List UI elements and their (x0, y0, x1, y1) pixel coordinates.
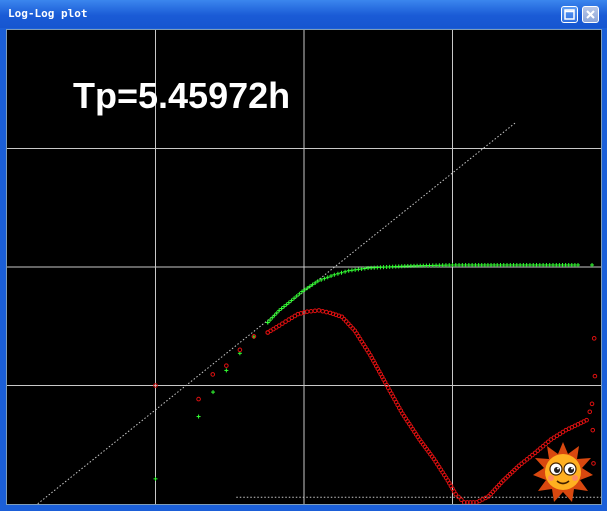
pressure-derivative-point (587, 409, 593, 415)
pressure-change-point (289, 298, 294, 303)
pressure-derivative-point (316, 308, 322, 313)
pressure-derivative-point (512, 467, 517, 473)
close-icon (586, 10, 595, 19)
pressure-change-point (292, 296, 297, 301)
pressure-derivative-point (505, 473, 511, 479)
pressure-derivative-point (312, 308, 318, 314)
pressure-change-point (153, 476, 158, 481)
title-bar[interactable]: Log-Log plot (0, 0, 607, 28)
log-log-plot-window: Log-Log plot Tp=5.45972h (0, 0, 607, 511)
pressure-derivative-point (324, 309, 329, 315)
plot-area: Tp=5.45972h (6, 29, 602, 505)
pressure-derivative-point (590, 427, 596, 433)
maximize-button[interactable] (561, 6, 578, 23)
pressure-change-point (284, 302, 289, 307)
pressure-derivative-point (507, 471, 513, 477)
pressure-change-point (575, 262, 580, 267)
close-button[interactable] (582, 6, 599, 23)
pressure-change-point (343, 269, 348, 274)
pressure-change-point (265, 320, 270, 325)
pressure-change-point (224, 368, 229, 373)
pressure-derivative-point (514, 465, 519, 471)
pressure-change-point (274, 310, 279, 315)
pressure-change-point (268, 318, 273, 323)
annotation-label: Tp=5.45972h (73, 75, 290, 116)
pressure-change-point (211, 390, 216, 395)
pressure-derivative-point (308, 308, 314, 314)
pressure-change-series (153, 262, 595, 481)
pressure-change-point (196, 414, 201, 419)
pressure-derivative-point (591, 336, 597, 341)
pressure-derivative-point (196, 396, 201, 402)
pressure-change-point (281, 304, 286, 309)
unit-slope-reference-line (36, 122, 517, 504)
window-title: Log-Log plot (8, 7, 88, 20)
pressure-change-point (277, 308, 282, 313)
pressure-change-point (270, 315, 275, 320)
pressure-derivative-point (509, 469, 515, 475)
maximize-icon (564, 9, 575, 20)
pressure-change-point (294, 294, 299, 299)
pressure-change-point (335, 271, 340, 276)
sun-mascot-icon[interactable] (532, 441, 594, 503)
pressure-derivative-point (589, 401, 595, 407)
pressure-derivative-point (237, 347, 243, 353)
log-log-chart: Tp=5.45972h (7, 30, 601, 504)
pressure-derivative-point (210, 372, 216, 377)
pressure-change-point (297, 291, 302, 296)
pressure-derivative-point (503, 476, 508, 481)
pressure-change-point (339, 270, 344, 275)
pressure-derivative-point (224, 363, 229, 368)
pressure-derivative-point (592, 373, 598, 379)
pressure-derivative-point (501, 478, 506, 483)
pressure-derivative-point (320, 308, 325, 314)
pressure-change-point (590, 262, 595, 267)
pressure-derivative-series (153, 308, 598, 504)
pressure-change-point (279, 306, 284, 311)
